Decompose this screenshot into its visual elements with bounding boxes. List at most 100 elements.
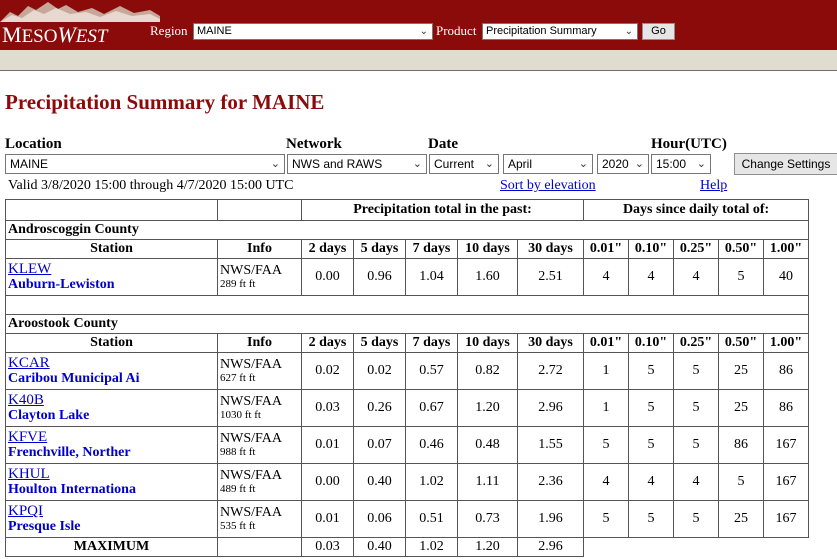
station-network: NWS/FAA bbox=[220, 468, 282, 483]
info-cell: NWS/FAA 1030 ft ft bbox=[217, 389, 302, 427]
station-id-link[interactable]: KPQI bbox=[8, 503, 215, 519]
precip-column-header[interactable]: 2 days bbox=[301, 239, 354, 259]
days-column-header[interactable]: 0.01" bbox=[583, 333, 630, 353]
month-select[interactable]: April ⌄ bbox=[503, 154, 593, 174]
empty-header-cell bbox=[217, 199, 302, 221]
location-select[interactable]: MAINE ⌄ bbox=[5, 154, 285, 174]
days-value: 167 bbox=[763, 426, 810, 464]
precip-value: 0.03 bbox=[301, 389, 354, 427]
precip-column-header[interactable]: 30 days bbox=[516, 333, 585, 353]
precip-column-header[interactable]: 30 days bbox=[516, 239, 585, 259]
days-value: 5 bbox=[673, 352, 720, 390]
station-id-link[interactable]: KCAR bbox=[8, 355, 215, 371]
go-button[interactable]: Go bbox=[642, 23, 675, 40]
precip-column-header[interactable]: 10 days bbox=[457, 333, 518, 353]
precip-value: 2.36 bbox=[516, 463, 585, 501]
chevron-down-icon: ⌄ bbox=[412, 158, 422, 170]
date-label: Date bbox=[428, 136, 458, 152]
precip-value: 0.51 bbox=[405, 500, 458, 538]
station-elevation: 627 ft ft bbox=[220, 372, 256, 384]
sort-by-elevation-link[interactable]: Sort by elevation bbox=[500, 178, 596, 194]
days-value: 5 bbox=[628, 389, 675, 427]
precip-value: 0.00 bbox=[301, 258, 354, 296]
days-value: 40 bbox=[763, 258, 810, 296]
chevron-down-icon: ⌄ bbox=[634, 158, 644, 170]
date-select[interactable]: Current ⌄ bbox=[429, 154, 499, 174]
days-column-header[interactable]: 0.50" bbox=[718, 333, 765, 353]
station-id-link[interactable]: KLEW bbox=[8, 261, 215, 277]
precip-column-header[interactable]: 5 days bbox=[353, 239, 406, 259]
days-value: 4 bbox=[583, 463, 630, 501]
days-column-header[interactable]: 1.00" bbox=[763, 333, 810, 353]
days-value: 167 bbox=[763, 500, 810, 538]
table-body: Precipitation total in the past: Days si… bbox=[4, 199, 810, 557]
chevron-down-icon: ⌄ bbox=[696, 158, 706, 170]
days-column-header[interactable]: 0.10" bbox=[628, 239, 675, 259]
station-name: Frenchville, Norther bbox=[8, 445, 131, 460]
region-select[interactable]: MAINE ⌄ bbox=[193, 23, 433, 40]
change-settings-button[interactable]: Change Settings bbox=[734, 153, 837, 175]
station-cell: KCAR Caribou Municipal Ai bbox=[5, 352, 218, 390]
days-column-header[interactable]: 0.50" bbox=[718, 239, 765, 259]
precip-column-header[interactable]: 2 days bbox=[301, 333, 354, 353]
precip-column-header[interactable]: 7 days bbox=[405, 239, 458, 259]
precip-value: 0.48 bbox=[457, 426, 518, 464]
info-column-header: Info bbox=[217, 333, 302, 353]
days-value: 5 bbox=[718, 258, 765, 296]
precip-value: 0.67 bbox=[405, 389, 458, 427]
county-name: Aroostook County bbox=[4, 314, 810, 334]
days-value: 25 bbox=[718, 352, 765, 390]
station-network: NWS/FAA bbox=[220, 394, 282, 409]
days-column-header[interactable]: 0.25" bbox=[673, 239, 720, 259]
precip-value: 0.06 bbox=[353, 500, 406, 538]
days-value: 86 bbox=[718, 426, 765, 464]
days-value: 86 bbox=[763, 389, 810, 427]
column-header-row: Station Info 2 days 5 days 7 days 10 days 30 d… bbox=[5, 239, 810, 259]
product-label: Product bbox=[436, 23, 477, 38]
table-row: KLEW Auburn-Lewiston NWS/FAA 289 ft ft 0.00 0… bbox=[5, 258, 810, 296]
product-select[interactable]: Precipitation Summary ⌄ bbox=[482, 23, 638, 40]
precip-column-header[interactable]: 7 days bbox=[405, 333, 458, 353]
info-cell: NWS/FAA 627 ft ft bbox=[217, 352, 302, 390]
mountain-logo-graphic bbox=[0, 2, 160, 22]
station-name: Caribou Municipal Ai bbox=[8, 371, 140, 386]
days-column-header[interactable]: 1.00" bbox=[763, 239, 810, 259]
hour-select[interactable]: 15:00 ⌄ bbox=[651, 154, 711, 174]
precip-column-header[interactable]: 5 days bbox=[353, 333, 406, 353]
precip-value: 1.55 bbox=[516, 426, 585, 464]
days-column-header[interactable]: 0.10" bbox=[628, 333, 675, 353]
precip-value: 0.00 bbox=[301, 463, 354, 501]
station-id-link[interactable]: KFVE bbox=[8, 429, 215, 445]
county-row: Aroostook County bbox=[4, 314, 810, 334]
precip-value: 2.51 bbox=[516, 258, 585, 296]
county-row: Androscoggin County bbox=[4, 220, 810, 240]
precip-value: 1.96 bbox=[516, 500, 585, 538]
station-elevation: 489 ft ft bbox=[220, 483, 256, 495]
days-value: 4 bbox=[628, 258, 675, 296]
days-column-header[interactable]: 0.01" bbox=[583, 239, 630, 259]
precip-column-header[interactable]: 10 days bbox=[457, 239, 518, 259]
station-network: NWS/FAA bbox=[220, 263, 282, 278]
precip-value: 2.72 bbox=[516, 352, 585, 390]
hour-label: Hour(UTC) bbox=[651, 136, 727, 152]
mesowest-logo[interactable]: MESOWEST bbox=[2, 22, 107, 48]
precip-value: 0.07 bbox=[353, 426, 406, 464]
maximum-value: 0.03 bbox=[301, 537, 354, 557]
station-id-link[interactable]: K40B bbox=[8, 392, 215, 408]
year-select[interactable]: 2020 ⌄ bbox=[597, 154, 649, 174]
network-select[interactable]: NWS and RAWS ⌄ bbox=[287, 154, 427, 174]
station-column-header: Station bbox=[5, 333, 218, 353]
station-id-link[interactable]: KHUL bbox=[8, 466, 215, 482]
station-network: NWS/FAA bbox=[220, 431, 282, 446]
precip-value: 0.02 bbox=[301, 352, 354, 390]
precipitation-table: Precipitation total in the past: Days si… bbox=[4, 199, 810, 557]
days-column-header[interactable]: 0.25" bbox=[673, 333, 720, 353]
precip-value: 1.04 bbox=[405, 258, 458, 296]
station-name: Auburn-Lewiston bbox=[8, 277, 115, 292]
days-value: 4 bbox=[628, 463, 675, 501]
station-elevation: 289 ft ft bbox=[220, 278, 256, 290]
days-value: 4 bbox=[673, 258, 720, 296]
days-value: 25 bbox=[718, 389, 765, 427]
help-link[interactable]: Help bbox=[700, 178, 727, 194]
maximum-row: MAXIMUM 0.03 0.40 1.02 1.20 2.96 bbox=[5, 537, 809, 557]
